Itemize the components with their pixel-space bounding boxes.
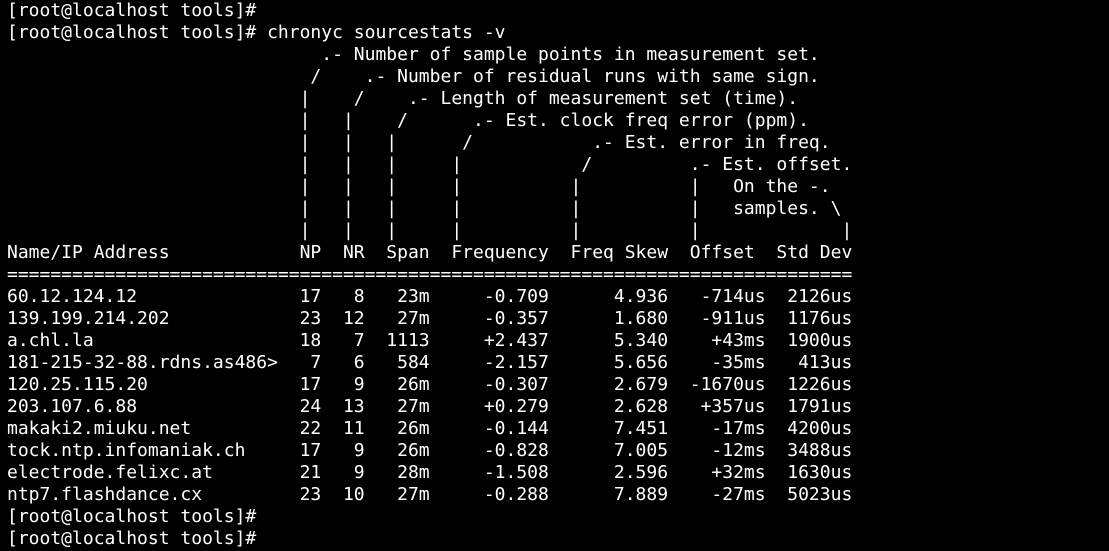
table-row: 60.12.124.12 17 8 23m -0.709 4.936 -714u…: [7, 286, 853, 307]
table-row: tock.ntp.infomaniak.ch 17 9 26m -0.828 7…: [7, 440, 853, 461]
table-row: 203.107.6.88 24 13 27m +0.279 2.628 +357…: [7, 396, 853, 417]
legend-line-on-the: | | | | | | On the -.: [7, 176, 831, 197]
legend-line-offset: | | | | / .- Est. offset.: [7, 154, 853, 175]
legend-line-span: | / .- Length of measurement set (time).: [7, 88, 799, 109]
table-row: ntp7.flashdance.cx 23 10 27m -0.288 7.88…: [7, 484, 853, 505]
legend-line-freq-error: | | / .- Est. clock freq error (ppm).: [7, 110, 809, 131]
table-row: 120.25.115.20 17 9 26m -0.307 2.679 -167…: [7, 374, 853, 395]
command-line: [root@localhost tools]# chronyc sourcest…: [7, 22, 506, 43]
legend-line-residual-runs: / .- Number of residual runs with same s…: [7, 66, 820, 87]
table-row: makaki2.miuku.net 22 11 26m -0.144 7.451…: [7, 418, 853, 439]
table-row: electrode.felixc.at 21 9 28m -1.508 2.59…: [7, 462, 853, 483]
legend-line-samples: | | | | | | samples. \: [7, 198, 842, 219]
prompt-line: [root@localhost tools]#: [7, 506, 257, 527]
table-row: a.chl.la 18 7 1113 +2.437 5.340 +43ms 19…: [7, 330, 853, 351]
legend-line-pipes: | | | | | | |: [7, 220, 853, 241]
table-row: 181-215-32-88.rdns.as486> 7 6 584 -2.157…: [7, 352, 853, 373]
prompt-line: [root@localhost tools]#: [7, 0, 257, 21]
table-header: Name/IP Address NP NR Span Frequency Fre…: [7, 242, 853, 263]
legend-line-sample-points: .- Number of sample points in measuremen…: [7, 44, 820, 65]
terminal-window[interactable]: [root@localhost tools]# [root@localhost …: [0, 0, 1109, 551]
legend-line-freq-skew: | | | / .- Est. error in freq.: [7, 132, 831, 153]
active-prompt-line[interactable]: [root@localhost tools]#: [7, 528, 1109, 550]
table-separator: ========================================…: [7, 264, 853, 285]
table-row: 139.199.214.202 23 12 27m -0.357 1.680 -…: [7, 308, 853, 329]
active-prompt-text: [root@localhost tools]#: [7, 528, 268, 549]
